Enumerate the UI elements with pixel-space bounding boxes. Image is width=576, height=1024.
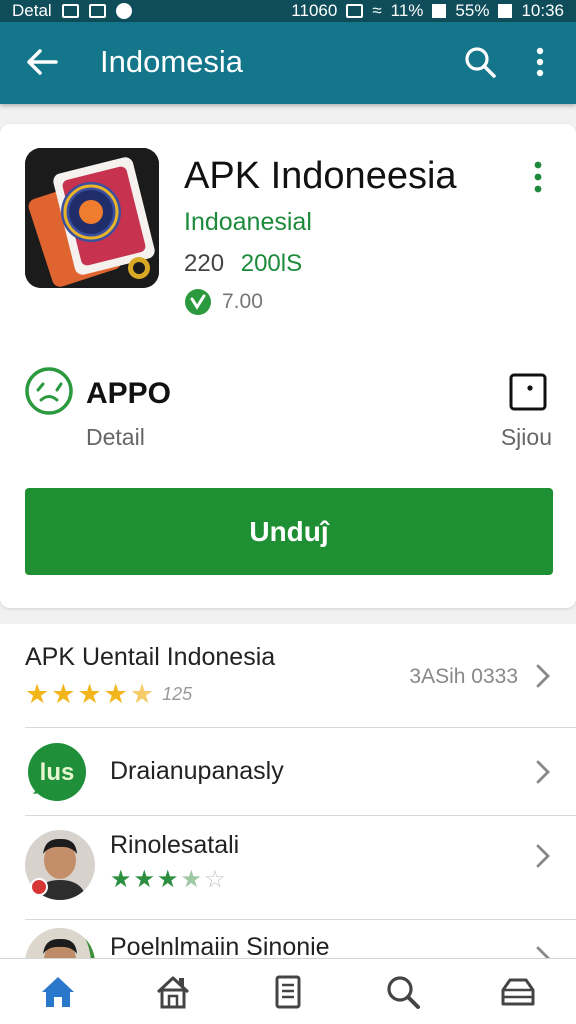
star-icon: ★ [133,866,156,893]
rating-row: 7.00 [184,288,263,316]
developer-link[interactable]: Indoanesial [184,206,312,238]
star-icon: ★ [103,679,128,709]
share-label[interactable]: Sjiou [501,422,552,452]
star-icon: ★ [77,679,102,709]
list-item[interactable]: APK Uentail Indonesia ★ ★ ★ ★ ★ 125 3ASi… [0,624,576,728]
info-icon[interactable] [24,366,74,416]
star-count: 125 [162,683,193,704]
info-title: APPO [86,377,172,410]
time-label: 10:36 [521,1,564,20]
wifi-icon: ≈ [372,1,382,20]
rating-value: 7.00 [222,290,263,313]
star-icon: ★ [51,679,76,709]
nav-search[interactable] [346,959,461,1024]
app-bar-title: Indomesia [100,44,244,79]
battery-icon [498,4,513,18]
search-icon[interactable] [462,44,498,80]
bottom-navigation [0,958,576,1024]
list-item-title: APK Uentail Indonesia [25,643,276,671]
related-list: APK Uentail Indonesia ★ ★ ★ ★ ★ 125 3ASi… [0,624,576,958]
meta-row: 220 200lS [184,248,302,280]
list-item-title: Rinolesatali [110,831,240,859]
battery-label: 55% [455,1,490,20]
star-half-icon: ★ [180,866,203,893]
more-vertical-icon[interactable] [530,160,546,194]
list-item[interactable]: lus Draianupanasly [0,728,576,816]
nav-documents[interactable] [230,959,345,1024]
list-item-title: Draianupanasly [110,757,284,785]
star-empty-icon: ☆ [204,866,226,893]
star-icon: ★ [110,866,132,893]
chevron-right-icon [536,760,550,784]
list-item-meta: 3ASih 0333 [409,665,518,688]
document-icon [275,975,301,1009]
status-bar: Detal 11060 ≈ 11% 55% 10:36 [0,0,576,22]
chat-app-icon: lus [28,743,86,801]
status-left: Detal [12,1,132,21]
app-bar: Indomesia [0,22,576,104]
chevron-right-icon [536,664,550,688]
sim-icon [346,4,364,18]
list-item-title: Poelnlmaiin Sinonie [110,933,330,958]
app-name: APK Indoneesia [184,155,457,197]
chevron-right-icon [536,946,550,958]
home-icon [41,977,74,1007]
notification-icon [61,4,79,18]
avatar [25,928,95,958]
search-icon [387,976,421,1009]
star-rating: ★ ★ ★ ★ ★ 125 [25,680,192,708]
star-rating: ★ ★ ★ ★ ☆ [110,866,226,894]
store-icon [156,976,189,1009]
star-half-icon: ★ [129,679,155,709]
nav-store[interactable] [115,959,230,1024]
star-icon: ★ [157,866,179,893]
app-icon[interactable] [25,148,159,288]
star-icon: ★ [25,679,50,709]
app-icon [115,3,132,19]
carrier-label: Detal [12,1,52,20]
image-icon [88,4,106,18]
status-right: 11060 ≈ 11% 55% 10:36 [291,1,564,21]
arrow-left-icon[interactable] [24,44,60,80]
signal-icon [432,4,447,18]
nav-inbox[interactable] [461,959,576,1024]
network-label: 11060 [291,1,338,20]
inbox-icon [501,978,535,1006]
app-detail-card: APK Indoneesia Indoanesial 220 200lS 7.0… [0,124,576,608]
list-item[interactable]: Poelnlmaiin Sinonie [0,920,576,958]
info-subtitle[interactable]: Detail [86,422,145,452]
meta-number: 220 [184,250,225,277]
chevron-right-icon [536,844,550,868]
badge-icon [30,878,48,896]
square-icon[interactable] [508,372,548,412]
install-button[interactable]: Unduĵ [25,488,553,575]
more-vertical-icon[interactable] [526,44,554,80]
verified-badge-icon [185,289,211,315]
chat-app-icon-text: lus [40,759,75,786]
list-item[interactable]: Rinolesatali ★ ★ ★ ★ ☆ [0,816,576,920]
nav-home[interactable] [0,959,115,1024]
meta-tag: 200lS [240,250,303,277]
battery-small-label: 11% [390,1,424,20]
